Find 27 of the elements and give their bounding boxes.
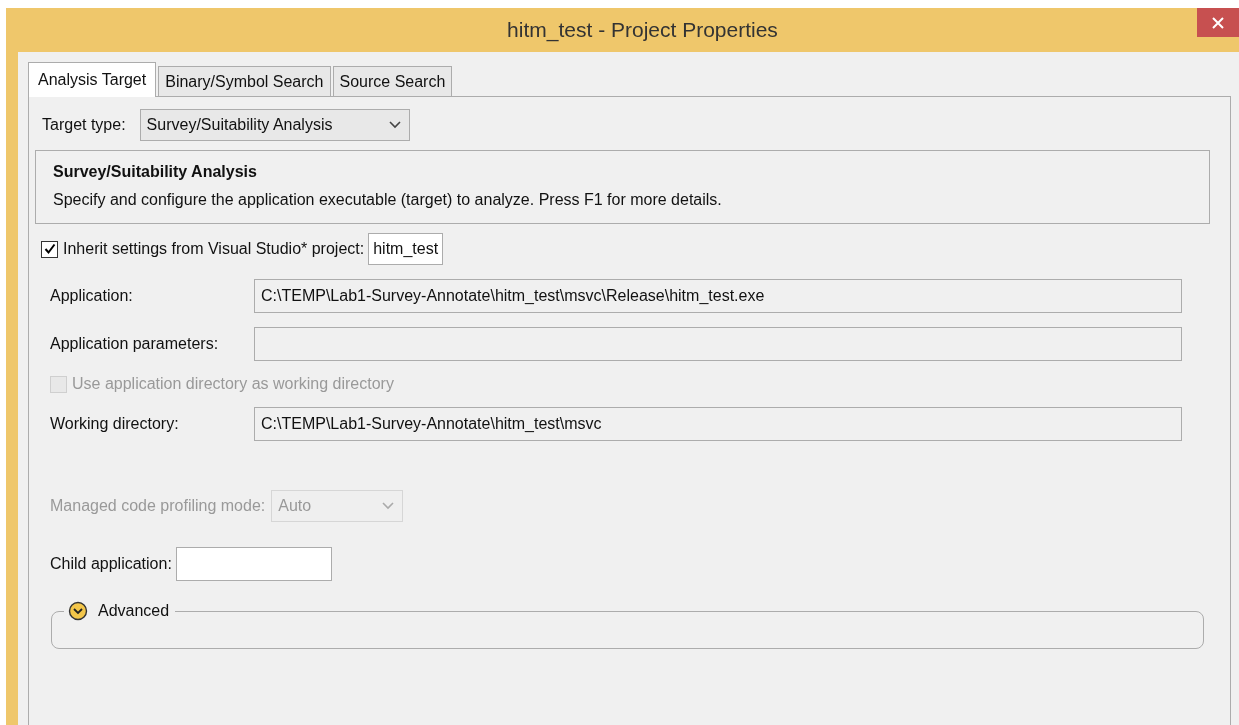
description-text: Specify and configure the application executable (target) to analyze. Press F1 for more details. xyxy=(53,191,723,209)
tab[interactable]: Source Search xyxy=(332,66,453,96)
chevron-down-icon xyxy=(382,502,395,510)
project-field[interactable]: hitm_test xyxy=(368,233,444,265)
expand-icon[interactable] xyxy=(68,601,88,621)
tab[interactable]: Analysis Target xyxy=(28,62,157,97)
target-type-dropdown[interactable]: Survey/Suitability Analysis xyxy=(139,109,410,141)
window-title: hitm_test - Project Properties xyxy=(507,18,778,42)
description-title: Survey/Suitability Analysis xyxy=(53,163,258,181)
field-label: Working directory: xyxy=(50,415,180,433)
tab[interactable]: Binary/Symbol Search xyxy=(158,66,331,96)
chevron-down-icon xyxy=(388,121,401,129)
input-field[interactable] xyxy=(175,547,332,581)
advanced-label: Advanced xyxy=(98,602,170,620)
close-icon xyxy=(1211,15,1225,30)
input-field[interactable] xyxy=(254,327,1182,361)
field-label: Application: xyxy=(50,287,134,305)
inherit-label: Inherit settings from Visual Studio* project: xyxy=(63,240,365,258)
input-field[interactable]: C:\TEMP\Lab1-Survey-Annotate\hitm_test\msvc xyxy=(254,407,1182,441)
checkbox-label: Use application directory as working directory xyxy=(72,375,394,393)
field-label: Child application: xyxy=(50,555,172,573)
input-field[interactable]: C:\TEMP\Lab1-Survey-Annotate\hitm_test\msvc\Release\hitm_test.exe xyxy=(254,279,1182,313)
close-button[interactable] xyxy=(1197,8,1239,37)
inherit-checkbox[interactable] xyxy=(41,240,58,258)
target-type-label: Target type: xyxy=(42,116,126,134)
field-label: Application parameters: xyxy=(50,335,220,353)
dropdown-label: Managed code profiling mode: xyxy=(50,497,266,515)
